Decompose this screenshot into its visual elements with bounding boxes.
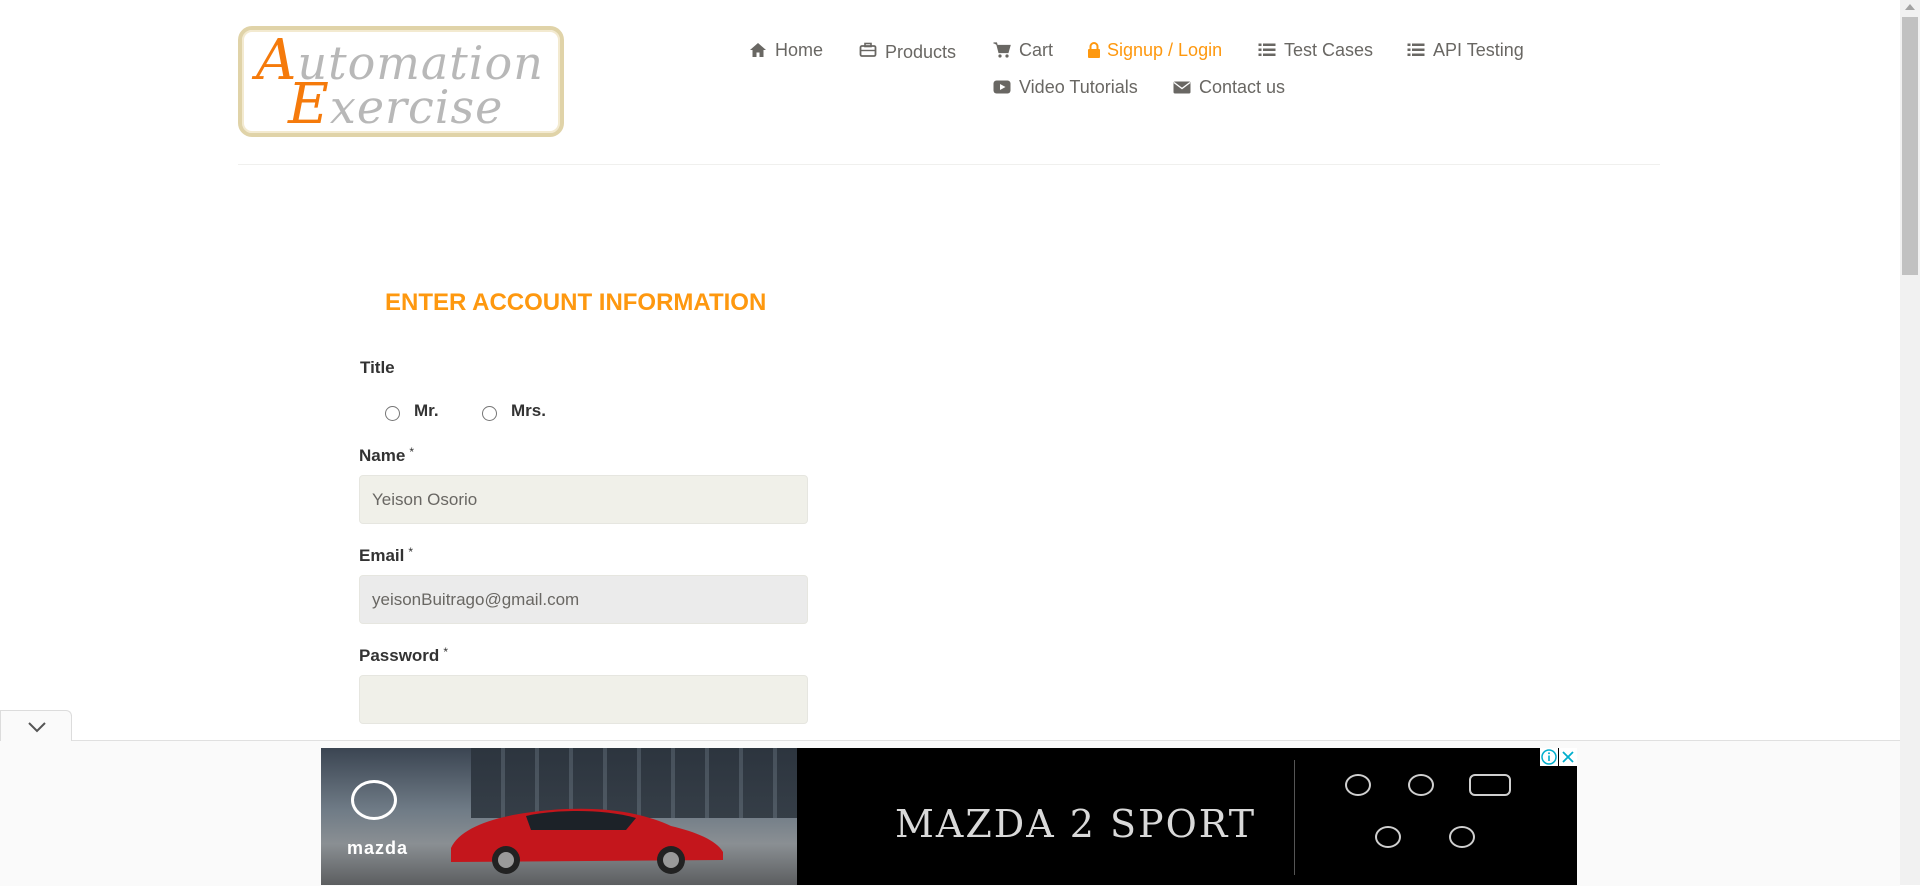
nav-video-tutorials[interactable]: Video Tutorials (993, 75, 1138, 99)
close-icon (1562, 751, 1574, 763)
ad-divider (1294, 760, 1295, 875)
nav-products[interactable]: Products (859, 38, 956, 62)
nav-signup-login-label: Signup / Login (1107, 40, 1223, 60)
nav-test-cases-label: Test Cases (1284, 40, 1374, 60)
scroll-up-arrow-icon[interactable] (1905, 4, 1915, 10)
nav-api-testing-label: API Testing (1433, 40, 1524, 60)
chevron-down-icon (28, 722, 46, 733)
nav-video-tutorials-label: Video Tutorials (1019, 77, 1138, 97)
nav-cart-label: Cart (1019, 40, 1054, 60)
briefcase-icon (859, 41, 877, 59)
envelope-icon (1173, 78, 1191, 96)
ad-info-button[interactable] (1540, 748, 1558, 766)
required-marker: * (409, 445, 414, 459)
page-scrollbar[interactable] (1900, 0, 1920, 885)
nav-home[interactable]: Home (749, 38, 823, 62)
ad-collapse-toggle[interactable] (0, 710, 72, 741)
radio-mrs[interactable] (482, 406, 497, 421)
radio-mrs-label[interactable]: Mrs. (511, 401, 546, 421)
ad-close-button[interactable] (1559, 748, 1577, 766)
scrollbar-thumb[interactable] (1902, 17, 1918, 275)
radio-mr-label[interactable]: Mr. (414, 401, 439, 421)
ad-banner[interactable]: mazda MAZDA 2 SPORT (321, 748, 1577, 885)
site-logo[interactable]: Automation Exercise (238, 26, 564, 137)
header-divider (238, 164, 1660, 165)
feature-icon (1375, 826, 1401, 848)
nav-home-label: Home (775, 40, 824, 60)
logo-line-2: Exercise (288, 72, 504, 137)
name-input[interactable] (359, 475, 808, 524)
feature-icon (1408, 774, 1434, 796)
home-icon (749, 41, 767, 59)
email-input[interactable] (359, 575, 808, 624)
required-marker: * (408, 545, 414, 559)
nav-contact-us[interactable]: Contact us (1173, 75, 1285, 99)
info-icon (1541, 749, 1557, 765)
title-label: Title (360, 358, 395, 377)
nav-contact-us-label: Contact us (1199, 77, 1286, 97)
feature-icon (1449, 826, 1475, 848)
account-info-heading: ENTER ACCOUNT INFORMATION (385, 289, 767, 316)
radio-mr[interactable] (385, 406, 400, 421)
mazda-logo-icon (351, 780, 397, 820)
nav-test-cases[interactable]: Test Cases (1258, 38, 1373, 62)
nav-api-testing[interactable]: API Testing (1407, 38, 1524, 62)
red-car-image (451, 808, 723, 874)
nav-products-label: Products (885, 42, 957, 62)
email-label: Email * (359, 545, 414, 565)
name-label: Name * (359, 445, 414, 465)
password-label: Password * (359, 645, 448, 665)
youtube-play-icon (993, 78, 1011, 96)
required-marker: * (443, 645, 448, 659)
password-input[interactable] (359, 675, 808, 724)
lock-icon (1087, 41, 1101, 59)
cart-icon (993, 41, 1011, 59)
ad-headline: MAZDA 2 SPORT (895, 802, 1257, 846)
list-icon (1407, 41, 1425, 59)
nav-signup-login[interactable]: Signup / Login (1087, 38, 1222, 62)
feature-icon (1469, 774, 1511, 796)
ad-brand: mazda (347, 838, 409, 858)
list-icon (1258, 41, 1276, 59)
feature-icon (1345, 774, 1371, 796)
ad-photo: mazda (321, 748, 797, 885)
nav-cart[interactable]: Cart (993, 38, 1053, 62)
